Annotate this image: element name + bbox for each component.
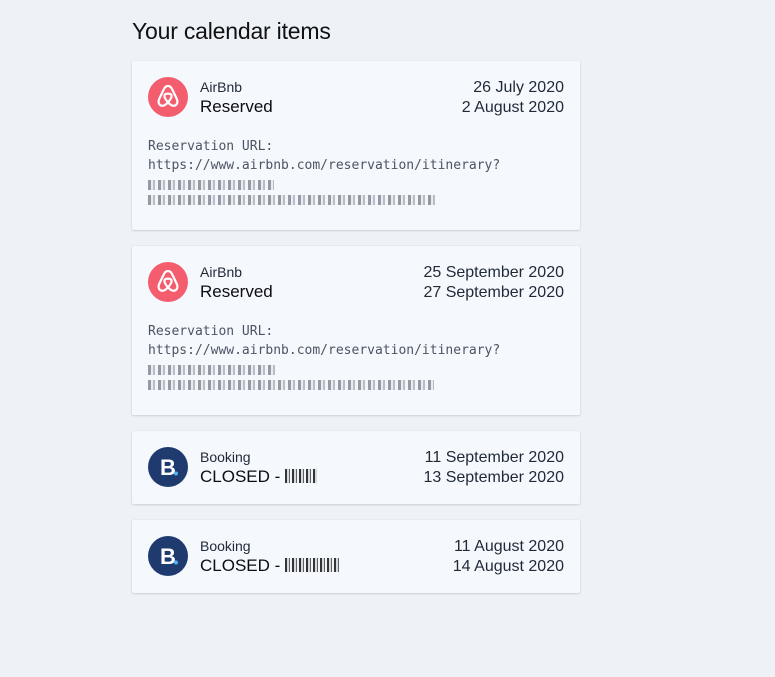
- date-range: 11 August 2020 14 August 2020: [453, 537, 564, 577]
- reservation-status: CLOSED -: [200, 556, 340, 576]
- provider-name: Booking: [200, 449, 251, 465]
- page-title: Your calendar items: [132, 18, 331, 44]
- booking-logo-icon: B: [148, 447, 188, 487]
- date-range: 26 July 2020 2 August 2020: [462, 78, 564, 118]
- reservation-status: CLOSED -: [200, 467, 318, 487]
- notes-label: Reservation URL:: [148, 139, 274, 154]
- status-text: CLOSED -: [200, 556, 286, 575]
- redacted-guest-name: [285, 469, 318, 484]
- redacted-code: [148, 180, 274, 190]
- reservation-status: Reserved: [200, 282, 273, 301]
- reservation-status: Reserved: [200, 97, 273, 116]
- end-date: 14 August 2020: [452, 558, 564, 575]
- provider-name: AirBnb: [200, 264, 243, 280]
- svg-text:B: B: [160, 455, 176, 480]
- status-text: CLOSED -: [200, 467, 286, 486]
- notes-label: Reservation URL:: [148, 324, 274, 339]
- reservation-notes: Reservation URL: https://www.airbnb.com/…: [148, 137, 500, 209]
- booking-logo-icon: B: [148, 536, 188, 576]
- provider-name: AirBnb: [200, 79, 243, 95]
- end-date: 27 September 2020: [423, 284, 564, 301]
- reservation-url: https://www.airbnb.com/reservation/itine…: [148, 158, 501, 173]
- redacted-phone: [148, 380, 434, 390]
- calendar-item-card[interactable]: B Booking CLOSED - 11 August 2020 14 Aug…: [132, 520, 580, 593]
- end-date: 13 September 2020: [423, 469, 564, 486]
- end-date: 2 August 2020: [461, 99, 564, 116]
- svg-text:B: B: [160, 544, 176, 569]
- reservation-url: https://www.airbnb.com/reservation/itine…: [148, 343, 501, 358]
- redacted-guest-name: [285, 558, 340, 573]
- date-range: 11 September 2020 13 September 2020: [423, 448, 564, 488]
- calendar-item-card[interactable]: B Booking CLOSED - 11 September 2020 13 …: [132, 431, 580, 504]
- start-date: 25 September 2020: [423, 264, 564, 281]
- redacted-phone: [148, 195, 435, 205]
- airbnb-logo-icon: [148, 77, 188, 117]
- provider-name: Booking: [200, 538, 251, 554]
- calendar-item-card[interactable]: AirBnb Reserved 25 September 2020 27 Sep…: [132, 246, 580, 415]
- start-date: 11 August 2020: [453, 538, 564, 555]
- date-range: 25 September 2020 27 September 2020: [423, 263, 564, 303]
- start-date: 26 July 2020: [473, 79, 564, 96]
- airbnb-logo-icon: [148, 262, 188, 302]
- reservation-notes: Reservation URL: https://www.airbnb.com/…: [148, 322, 500, 394]
- redacted-code: [148, 365, 275, 375]
- calendar-item-card[interactable]: AirBnb Reserved 26 July 2020 2 August 20…: [132, 61, 580, 230]
- start-date: 11 September 2020: [424, 449, 564, 466]
